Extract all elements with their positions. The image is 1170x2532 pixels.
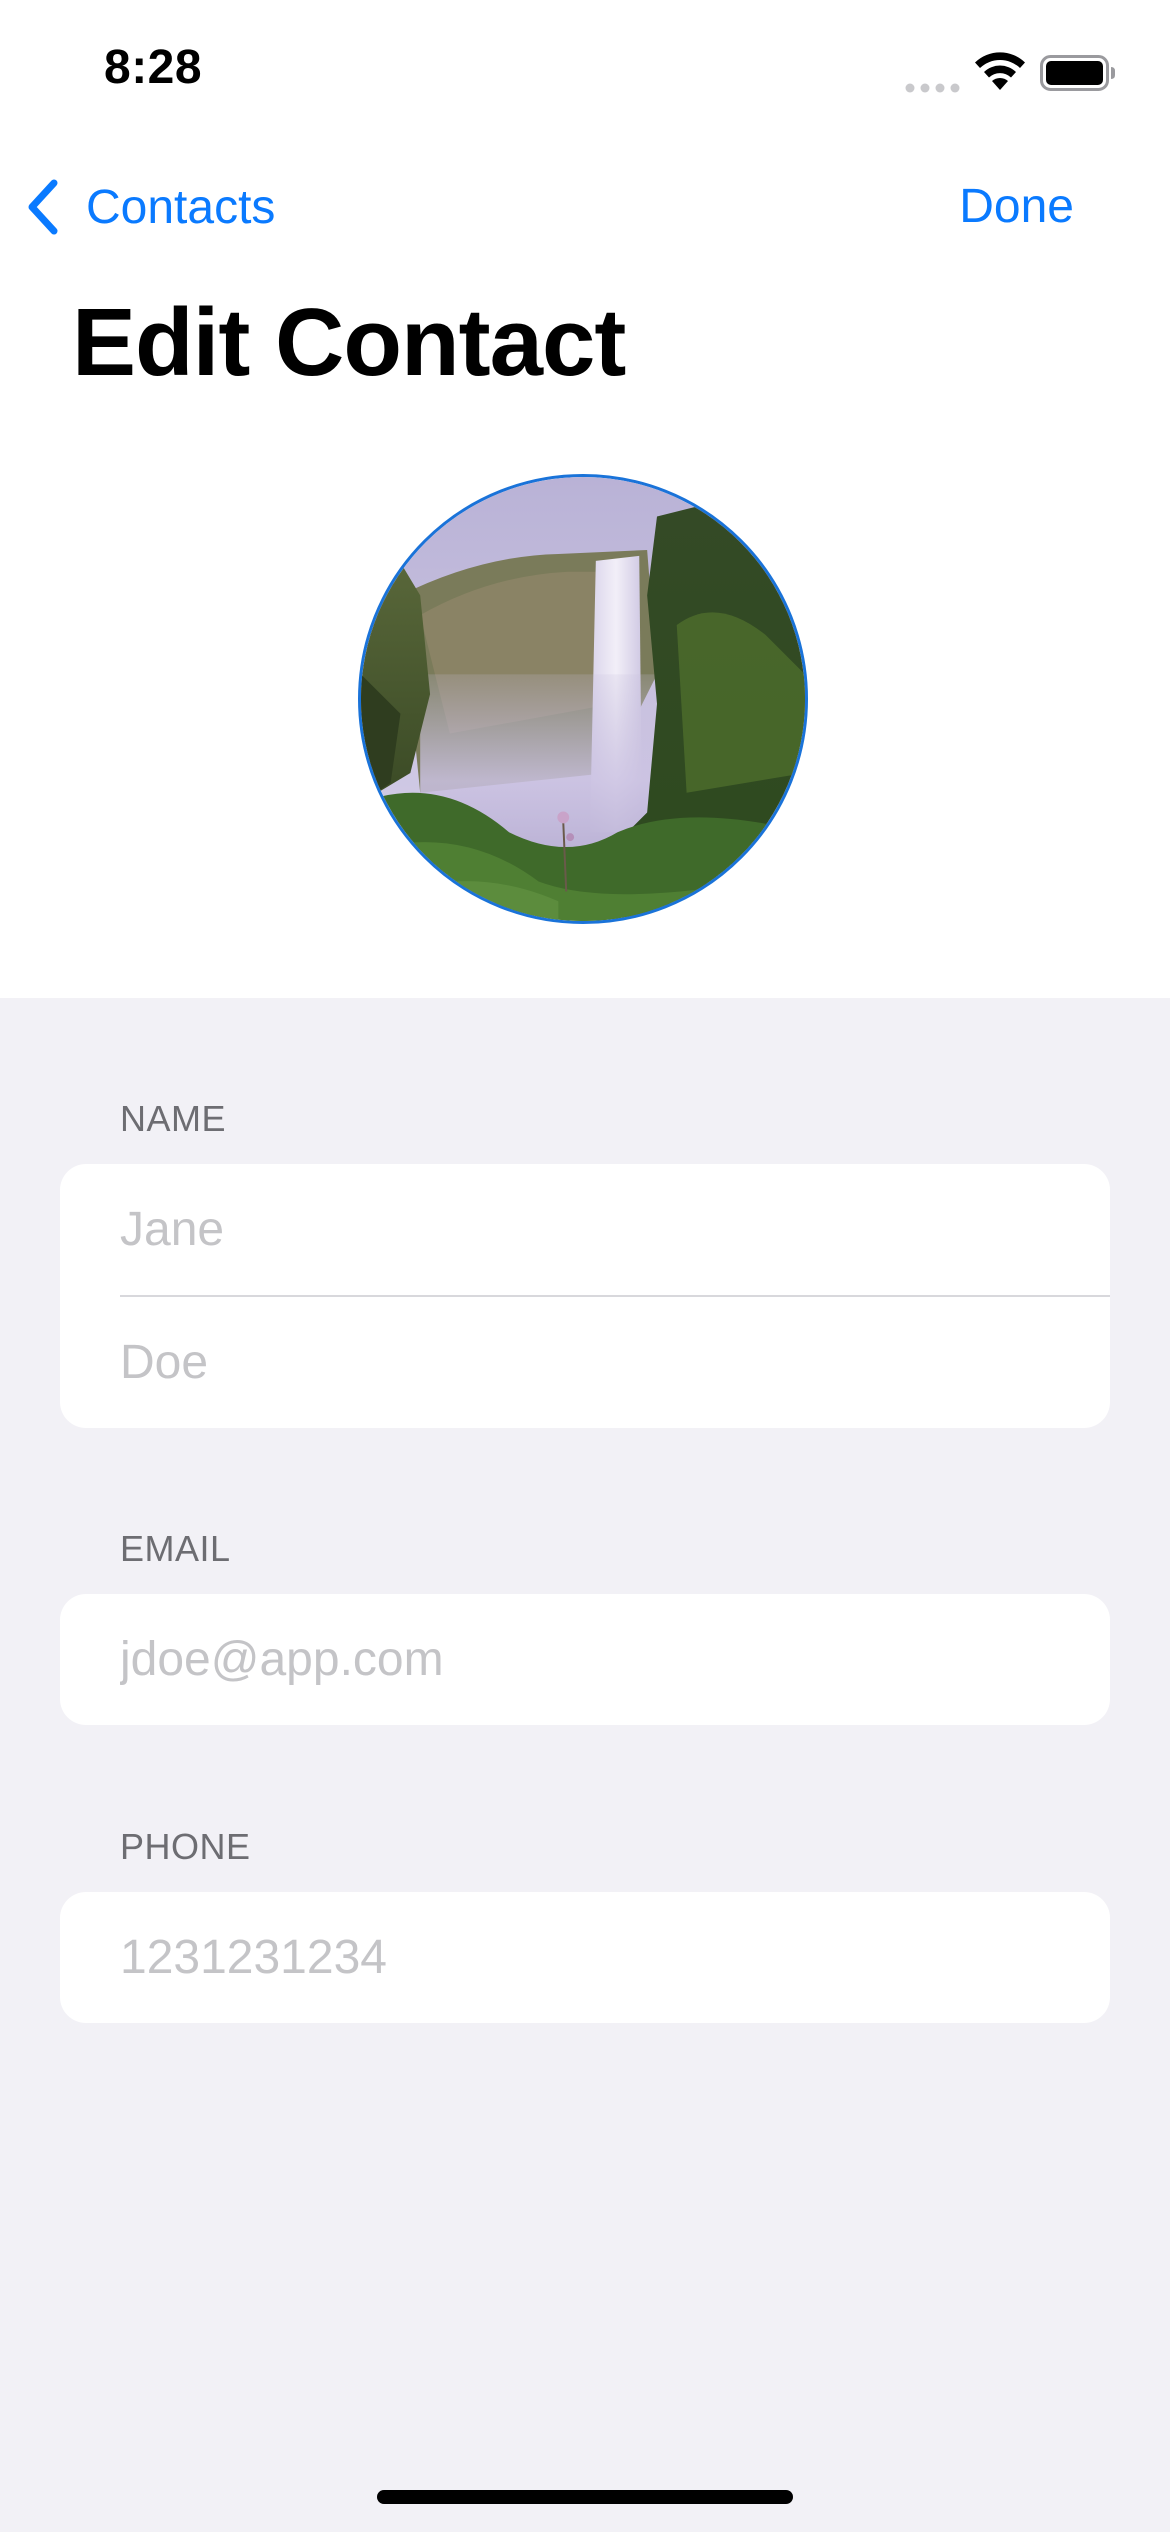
battery-icon [1040,55,1115,91]
first-name-row [60,1164,1110,1295]
back-button-label: Contacts [86,180,276,234]
avatar[interactable] [358,474,808,924]
email-field[interactable] [120,1632,1080,1687]
chevron-left-icon [28,179,58,235]
wifi-icon [975,52,1025,90]
section-header-name: NAME [120,1098,227,1139]
status-time: 8:28 [104,41,203,94]
email-row [60,1594,1110,1725]
home-indicator[interactable] [377,2490,793,2504]
last-name-field[interactable] [120,1335,1080,1390]
status-bar: 8:28 [0,0,1170,145]
section-header-phone: PHONE [120,1826,251,1867]
done-button[interactable]: Done [959,172,1074,242]
signal-icon [905,83,960,93]
back-button[interactable]: Contacts [24,172,275,242]
name-card [60,1164,1110,1428]
waterfall-photo [361,477,805,921]
email-card [60,1594,1110,1725]
phone-field[interactable] [120,1930,1080,1985]
last-name-row [60,1297,1110,1428]
phone-card [60,1892,1110,2023]
edit-contact-screen: 8:28 Contacts Done Edit Contact NAME Jan… [0,0,1170,2532]
phone-row [60,1892,1110,2023]
form-area: NAME EMAIL PHONE [0,998,1170,2532]
section-header-email: EMAIL [120,1528,231,1569]
page-title: Edit Contact [72,289,626,396]
first-name-field[interactable] [120,1202,1080,1257]
